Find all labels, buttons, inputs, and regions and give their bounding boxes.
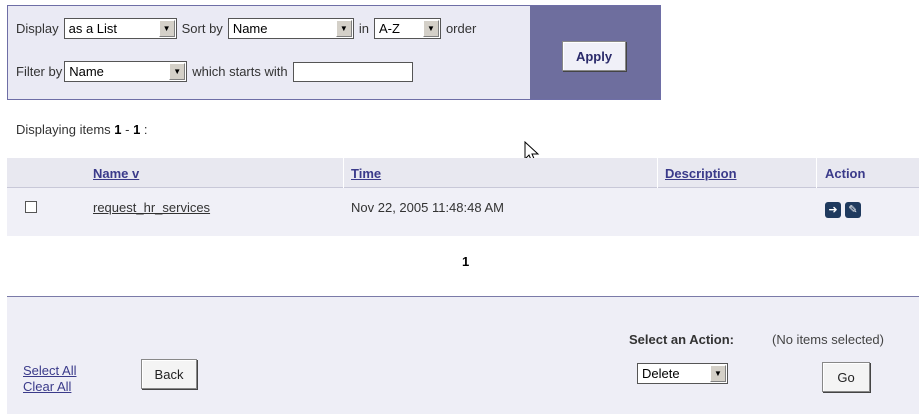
chevron-down-icon[interactable]: ▼ xyxy=(422,20,439,37)
order-label: order xyxy=(445,21,477,36)
pagination-current-page[interactable]: 1 xyxy=(462,254,469,269)
column-name[interactable]: Name v xyxy=(93,166,139,181)
in-label: in xyxy=(358,21,369,36)
filter-panel: Display as a List ▼ Sort by Name ▼ in A-… xyxy=(7,5,661,100)
filter-label: Filter by xyxy=(16,64,63,79)
edit-icon[interactable]: ✎ xyxy=(845,202,861,218)
sort-select[interactable]: Name ▼ xyxy=(227,18,354,39)
column-description[interactable]: Description xyxy=(665,166,737,181)
starts-with-input[interactable] xyxy=(292,61,413,82)
selection-status: (No items selected) xyxy=(772,332,884,347)
display-select[interactable]: as a List ▼ xyxy=(63,18,177,39)
sort-select-value: Name xyxy=(232,21,268,36)
apply-area: Apply xyxy=(530,6,660,99)
open-icon[interactable]: ➜ xyxy=(825,202,841,218)
table-header: Name v Time Description Action xyxy=(7,158,919,188)
filter-select[interactable]: Name ▼ xyxy=(64,61,188,82)
action-select-value: Delete xyxy=(642,366,680,381)
column-time[interactable]: Time xyxy=(351,166,381,181)
starts-with-label: which starts with xyxy=(192,64,288,79)
go-button[interactable]: Go xyxy=(822,362,870,392)
items-summary: Displaying items 1 - 1 : xyxy=(16,122,148,137)
clear-all-link[interactable]: Clear All xyxy=(23,379,71,394)
apply-button[interactable]: Apply xyxy=(562,41,626,71)
sort-label: Sort by xyxy=(181,21,223,36)
summary-dash: - xyxy=(121,122,134,137)
display-label: Display xyxy=(16,21,59,36)
column-separator xyxy=(657,158,658,188)
back-button[interactable]: Back xyxy=(141,359,197,389)
row-time: Nov 22, 2005 11:48:48 AM xyxy=(351,200,504,215)
order-select-value: A-Z xyxy=(378,21,400,36)
select-all-link[interactable]: Select All xyxy=(23,363,76,378)
column-separator xyxy=(816,158,817,188)
table-row: request_hr_services Nov 22, 2005 11:48:4… xyxy=(7,188,919,236)
items-table: Name v Time Description Action request_h… xyxy=(7,158,919,236)
summary-from: 1 xyxy=(114,122,122,137)
select-action-label: Select an Action: xyxy=(629,332,734,347)
action-select[interactable]: Delete ▼ xyxy=(637,363,728,384)
row-name-link[interactable]: request_hr_services xyxy=(93,200,210,215)
column-action: Action xyxy=(825,166,866,181)
chevron-down-icon[interactable]: ▼ xyxy=(710,365,726,382)
summary-prefix: Displaying items xyxy=(16,122,115,137)
row-checkbox[interactable] xyxy=(25,201,37,213)
action-bar: Select an Action: (No items selected) Se… xyxy=(7,296,919,414)
chevron-down-icon[interactable]: ▼ xyxy=(169,63,186,80)
display-select-value: as a List xyxy=(68,21,118,36)
summary-suffix: : xyxy=(140,122,148,137)
order-select[interactable]: A-Z ▼ xyxy=(373,18,441,39)
filter-select-value: Name xyxy=(69,64,104,79)
chevron-down-icon[interactable]: ▼ xyxy=(335,20,352,37)
display-sort-row: Display as a List ▼ Sort by Name ▼ in A-… xyxy=(16,18,481,39)
column-separator xyxy=(343,158,344,188)
chevron-down-icon[interactable]: ▼ xyxy=(158,20,175,37)
filter-row: Filter by Name ▼ which starts with xyxy=(16,61,413,82)
